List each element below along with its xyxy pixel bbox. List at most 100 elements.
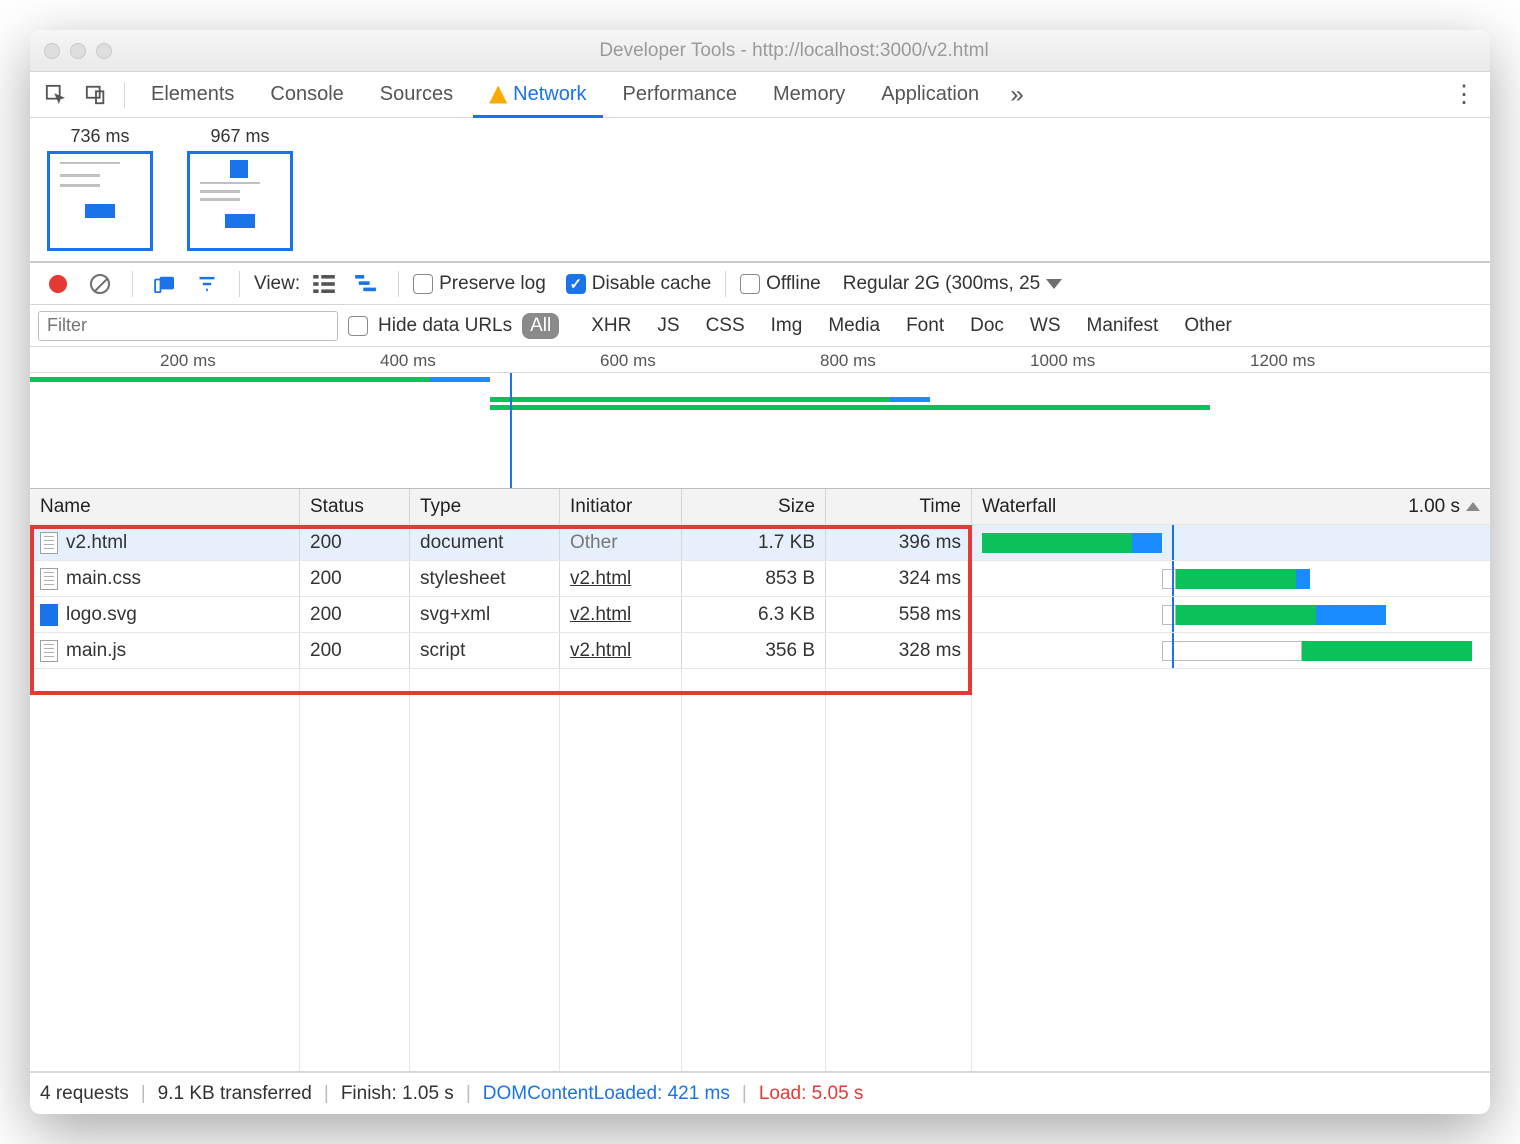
filter-img[interactable]: Img	[763, 313, 811, 339]
tab-elements[interactable]: Elements	[135, 72, 250, 118]
filter-font[interactable]: Font	[898, 313, 952, 339]
filmstrip-frame-1[interactable]	[47, 151, 153, 251]
summary-load: Load: 5.05 s	[759, 1083, 864, 1105]
cell-status: 200	[300, 561, 410, 596]
tab-sources[interactable]: Sources	[364, 72, 469, 118]
table-row[interactable]: v2.html 200 document Other 1.7 KB 396 ms	[30, 525, 1490, 561]
col-size[interactable]: Size	[682, 489, 826, 524]
tab-console[interactable]: Console	[254, 72, 359, 118]
summary-dom: DOMContentLoaded: 421 ms	[483, 1083, 730, 1105]
view-waterfall-icon[interactable]	[348, 266, 384, 302]
close-window-button[interactable]	[44, 43, 60, 59]
filter-other[interactable]: Other	[1176, 313, 1240, 339]
filter-ws[interactable]: WS	[1022, 313, 1069, 339]
cell-status: 200	[300, 597, 410, 632]
clear-button[interactable]	[82, 266, 118, 302]
cell-initiator[interactable]: v2.html	[570, 604, 631, 626]
cell-waterfall	[972, 561, 1490, 596]
capture-screenshots-icon[interactable]	[147, 266, 183, 302]
network-toolbar: View: Preserve log Disable cache Offline…	[30, 263, 1490, 305]
preserve-log-label: Preserve log	[439, 273, 546, 295]
col-waterfall[interactable]: Waterfall 1.00 s	[972, 489, 1490, 524]
inspect-element-icon[interactable]	[38, 77, 74, 113]
col-time[interactable]: Time	[826, 489, 972, 524]
file-icon	[40, 532, 58, 554]
cell-waterfall	[972, 597, 1490, 632]
disable-cache-label: Disable cache	[592, 273, 711, 295]
offline-checkbox[interactable]	[740, 274, 760, 294]
disable-cache-checkbox[interactable]	[566, 274, 586, 294]
view-label: View:	[254, 273, 300, 295]
tab-network[interactable]: Network	[473, 72, 602, 118]
chevron-down-icon	[1046, 279, 1062, 289]
ruler-tick: 200 ms	[160, 351, 216, 371]
filter-xhr[interactable]: XHR	[583, 313, 639, 339]
tab-memory[interactable]: Memory	[757, 72, 861, 118]
table-row[interactable]: logo.svg 200 svg+xml v2.html 6.3 KB 558 …	[30, 597, 1490, 633]
filter-all[interactable]: All	[522, 313, 559, 339]
table-row[interactable]: main.css 200 stylesheet v2.html 853 B 32…	[30, 561, 1490, 597]
playhead[interactable]	[510, 373, 512, 488]
cell-waterfall	[972, 633, 1490, 668]
filter-manifest[interactable]: Manifest	[1079, 313, 1167, 339]
cell-time: 328 ms	[826, 633, 972, 668]
tab-application[interactable]: Application	[865, 72, 995, 118]
cell-time: 558 ms	[826, 597, 972, 632]
sort-asc-icon	[1466, 502, 1480, 511]
requests-table: Name Status Type Initiator Size Time Wat…	[30, 489, 1490, 1072]
file-icon	[40, 604, 58, 626]
device-toggle-icon[interactable]	[78, 77, 114, 113]
filter-bar: Hide data URLs All XHR JS CSS Img Media …	[30, 305, 1490, 347]
filter-doc[interactable]: Doc	[962, 313, 1012, 339]
preserve-log-checkbox[interactable]	[413, 274, 433, 294]
tab-performance[interactable]: Performance	[607, 72, 754, 118]
ruler-tick: 1000 ms	[1030, 351, 1095, 371]
cell-size: 853 B	[682, 561, 826, 596]
devtools-tabbar: Elements Console Sources Network Perform…	[30, 72, 1490, 118]
filmstrip-time-1: 736 ms	[40, 126, 160, 147]
overview-timeline[interactable]: 200 ms 400 ms 600 ms 800 ms 1000 ms 1200…	[30, 347, 1490, 489]
zoom-window-button[interactable]	[96, 43, 112, 59]
filmstrip: 736 ms 967 ms	[30, 118, 1490, 263]
hide-data-urls-checkbox[interactable]	[348, 316, 368, 336]
ruler-tick: 800 ms	[820, 351, 876, 371]
cell-name: main.js	[66, 640, 126, 662]
cell-status: 200	[300, 525, 410, 560]
tab-network-label: Network	[513, 83, 586, 106]
filmstrip-frame-2[interactable]	[187, 151, 293, 251]
cell-size: 6.3 KB	[682, 597, 826, 632]
window-title: Developer Tools - http://localhost:3000/…	[112, 40, 1476, 62]
cell-waterfall	[972, 525, 1490, 560]
file-icon	[40, 568, 58, 590]
cell-type: svg+xml	[410, 597, 560, 632]
record-button[interactable]	[40, 266, 76, 302]
col-name[interactable]: Name	[30, 489, 300, 524]
table-header-row: Name Status Type Initiator Size Time Wat…	[30, 489, 1490, 525]
cell-type: stylesheet	[410, 561, 560, 596]
cell-time: 396 ms	[826, 525, 972, 560]
ruler-tick: 600 ms	[600, 351, 656, 371]
col-type[interactable]: Type	[410, 489, 560, 524]
cell-initiator[interactable]: v2.html	[570, 640, 631, 662]
filter-media[interactable]: Media	[820, 313, 888, 339]
cell-name: v2.html	[66, 532, 127, 554]
filter-css[interactable]: CSS	[698, 313, 753, 339]
summary-bar: 4 requests | 9.1 KB transferred | Finish…	[30, 1072, 1490, 1114]
cell-name: logo.svg	[66, 604, 137, 626]
view-large-icon[interactable]	[306, 266, 342, 302]
filter-input[interactable]	[38, 311, 338, 341]
file-icon	[40, 640, 58, 662]
filter-js[interactable]: JS	[649, 313, 687, 339]
cell-initiator[interactable]: v2.html	[570, 568, 631, 590]
throttle-dropdown[interactable]: Regular 2G (300ms, 25	[843, 273, 1063, 295]
window-titlebar: Developer Tools - http://localhost:3000/…	[30, 30, 1490, 72]
col-status[interactable]: Status	[300, 489, 410, 524]
ruler-tick: 400 ms	[380, 351, 436, 371]
col-initiator[interactable]: Initiator	[560, 489, 682, 524]
filter-icon[interactable]	[189, 266, 225, 302]
table-row[interactable]: main.js 200 script v2.html 356 B 328 ms	[30, 633, 1490, 669]
hide-data-urls-label: Hide data URLs	[378, 315, 512, 337]
kebab-menu-icon[interactable]: ⋮	[1446, 77, 1482, 113]
more-tabs-icon[interactable]: »	[999, 77, 1035, 113]
minimize-window-button[interactable]	[70, 43, 86, 59]
